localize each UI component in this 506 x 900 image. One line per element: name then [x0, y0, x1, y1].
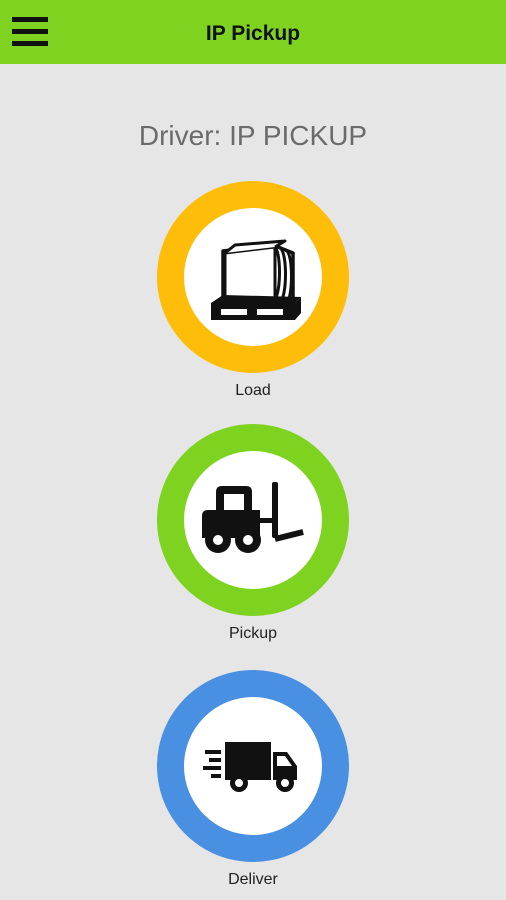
pickup-label: Pickup — [228, 625, 278, 642]
deliver-label: Deliver — [228, 871, 278, 888]
deliver-button[interactable]: Deliver — [157, 670, 349, 889]
deliver-ring[interactable] — [157, 670, 349, 862]
driver-label: Driver: IP PICKUP — [138, 120, 368, 151]
load-label: Load — [235, 382, 271, 399]
pickup-button[interactable]: Pickup — [157, 424, 349, 643]
app-bar: IP Pickup — [0, 0, 506, 64]
delivery-truck-icon — [203, 742, 297, 792]
forklift-icon — [202, 482, 304, 553]
load-button[interactable]: Load — [157, 181, 349, 400]
hamburger-menu-icon[interactable] — [10, 14, 50, 50]
pickup-ring[interactable] — [157, 424, 349, 616]
load-ring[interactable] — [157, 181, 349, 373]
app-title: IP Pickup — [205, 22, 301, 45]
pallet-icon — [211, 239, 301, 320]
